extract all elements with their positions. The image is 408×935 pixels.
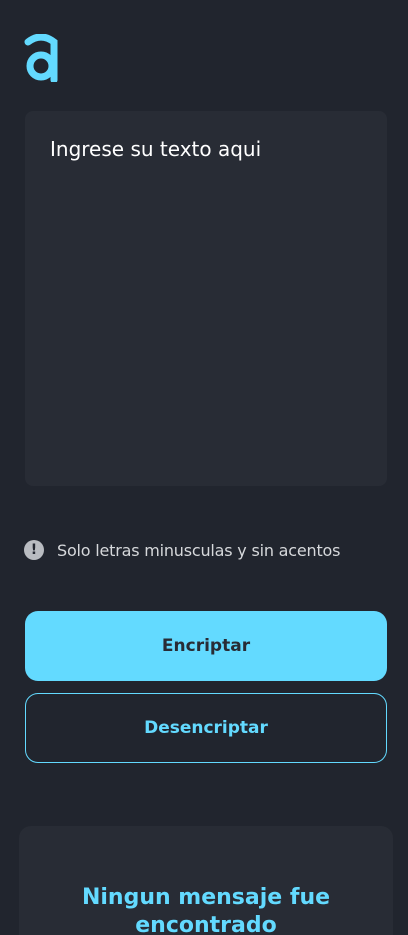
page: ! Solo letras minusculas y sin acentos E… <box>0 0 408 935</box>
hint-text: Solo letras minusculas y sin acentos <box>57 540 341 560</box>
text-input[interactable] <box>25 111 387 486</box>
alura-logo-icon <box>24 34 58 82</box>
result-title: Ningun mensaje fue encontrado <box>81 885 331 935</box>
encrypt-button[interactable]: Encriptar <box>25 611 387 681</box>
result-panel: Ningun mensaje fue encontrado <box>19 826 393 935</box>
input-hint: ! Solo letras minusculas y sin acentos <box>24 540 340 560</box>
exclamation-circle-icon: ! <box>24 540 44 560</box>
text-input-area[interactable] <box>25 111 387 486</box>
decrypt-button[interactable]: Desencriptar <box>25 693 387 763</box>
